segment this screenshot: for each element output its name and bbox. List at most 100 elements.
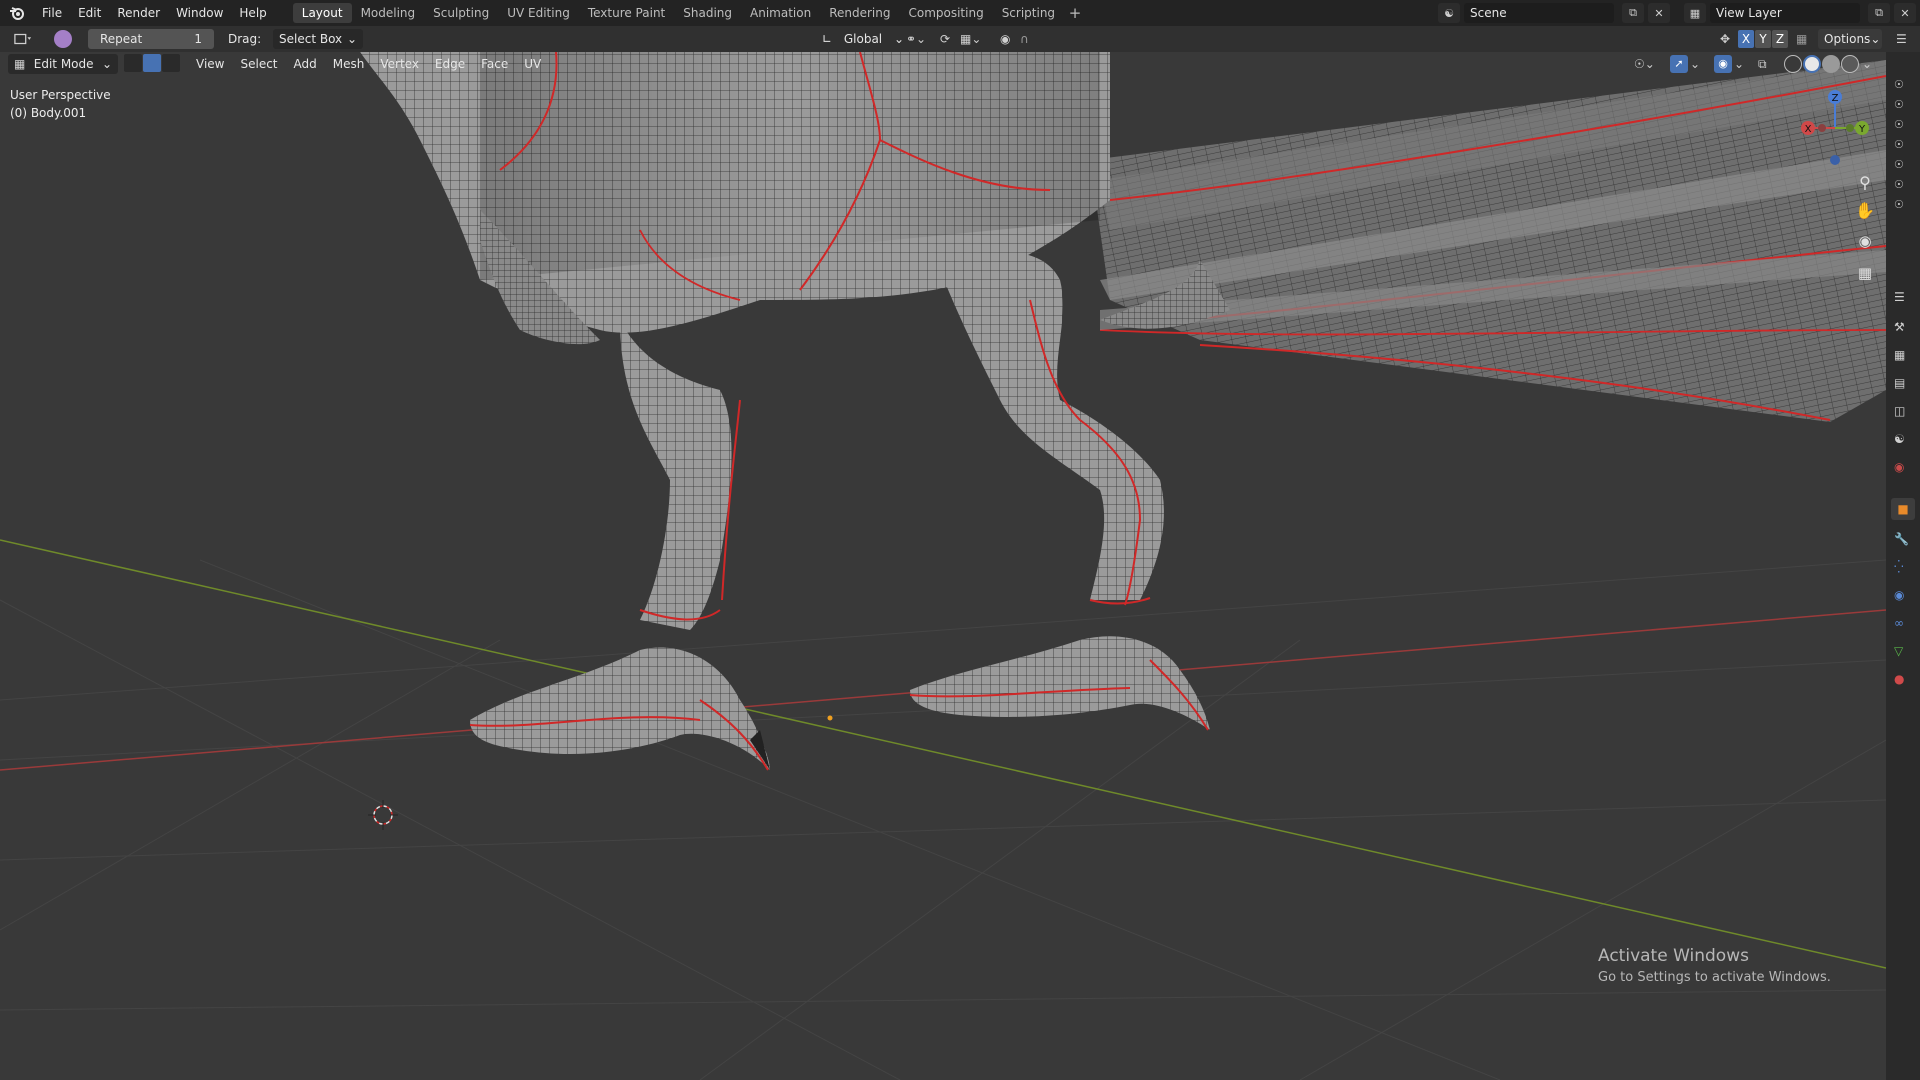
view-layer-properties-icon[interactable]: ◫ xyxy=(1894,402,1912,420)
new-view-layer-icon[interactable]: ⧉ xyxy=(1868,3,1890,23)
menu-vertex[interactable]: Vertex xyxy=(372,54,427,74)
add-workspace-button[interactable]: + xyxy=(1064,3,1086,23)
menu-uv[interactable]: UV xyxy=(516,54,549,74)
scene-properties-icon[interactable]: ☯ xyxy=(1894,430,1912,448)
menu-help[interactable]: Help xyxy=(231,0,274,26)
menu-edge[interactable]: Edge xyxy=(427,54,473,74)
watermark-title: Activate Windows xyxy=(1598,946,1749,966)
zoom-icon[interactable]: ⚲ xyxy=(1854,172,1876,194)
overlays-dropdown-icon[interactable]: ⌄ xyxy=(1734,55,1746,73)
shading-material-icon[interactable] xyxy=(1822,55,1840,73)
menu-face[interactable]: Face xyxy=(473,54,516,74)
gizmo-toggle-icon[interactable]: ➚ xyxy=(1670,55,1688,73)
tab-modeling[interactable]: Modeling xyxy=(352,3,425,23)
view-layer-icon[interactable]: ▦ xyxy=(1684,3,1706,23)
tab-rendering[interactable]: Rendering xyxy=(820,3,899,23)
render-properties-icon[interactable]: ▦ xyxy=(1894,346,1912,364)
snap-target-icon[interactable]: ▦⌄ xyxy=(960,29,990,49)
shading-rendered-icon[interactable] xyxy=(1841,55,1859,73)
mirror-y-button[interactable]: Y xyxy=(1755,30,1771,48)
menu-mesh[interactable]: Mesh xyxy=(325,54,373,74)
world-properties-icon[interactable]: ◉ xyxy=(1894,458,1912,476)
navigation-gizmo[interactable]: Z X Y xyxy=(1798,86,1872,176)
blender-logo-icon[interactable] xyxy=(0,0,34,26)
shading-solid-icon[interactable] xyxy=(1803,55,1821,73)
menu-select[interactable]: Select xyxy=(232,54,285,74)
data-properties-icon[interactable]: ▽ xyxy=(1894,642,1912,660)
menu-render[interactable]: Render xyxy=(109,0,168,26)
edge-select-icon[interactable] xyxy=(143,54,161,72)
visibility-icon[interactable]: ☉⌄ xyxy=(1634,55,1662,73)
object-toggle-icon[interactable]: ☉ xyxy=(1894,178,1912,192)
menu-view[interactable]: View xyxy=(188,54,232,74)
menu-file[interactable]: File xyxy=(34,0,70,26)
chevron-down-icon: ⌄ xyxy=(346,32,357,46)
active-tool-icon[interactable] xyxy=(54,30,72,48)
tab-sculpting[interactable]: Sculpting xyxy=(424,3,498,23)
light-toggle-icon[interactable]: ☉ xyxy=(1894,118,1912,132)
pan-hand-icon[interactable]: ✋ xyxy=(1854,200,1876,222)
menu-add[interactable]: Add xyxy=(286,54,325,74)
tab-compositing[interactable]: Compositing xyxy=(899,3,992,23)
mirror-x-button[interactable]: X xyxy=(1738,30,1754,48)
shading-dropdown-icon[interactable]: ⌄ xyxy=(1862,55,1874,73)
camera-toggle-icon[interactable]: ☉ xyxy=(1894,98,1912,112)
armature-toggle-icon[interactable]: ☉ xyxy=(1894,158,1912,172)
proportional-edit-icon[interactable]: ◉ xyxy=(1000,30,1018,48)
topology-mirror-icon[interactable]: ▦ xyxy=(1796,30,1814,48)
axis-x-label: X xyxy=(1741,32,1751,46)
scene-type-icon[interactable]: ☯ xyxy=(1438,3,1460,23)
mode-dropdown[interactable]: ▦ Edit Mode ⌄ xyxy=(8,54,118,74)
sidebar-toggle-icon[interactable]: ☰ xyxy=(1896,30,1914,48)
tool-properties-icon[interactable]: ⚒ xyxy=(1894,318,1912,336)
3d-viewport[interactable] xyxy=(0,52,1886,1080)
menu-window[interactable]: Window xyxy=(168,0,231,26)
proportional-falloff-icon[interactable]: ∩ xyxy=(1020,30,1038,48)
object-properties-icon[interactable]: ■ xyxy=(1891,498,1915,520)
editor-type-icon[interactable] xyxy=(8,29,38,49)
delete-view-layer-icon[interactable]: ✕ xyxy=(1894,3,1916,23)
tab-scripting[interactable]: Scripting xyxy=(993,3,1064,23)
tab-animation[interactable]: Animation xyxy=(741,3,820,23)
scene-name: Scene xyxy=(1470,6,1507,20)
viewport-scene[interactable] xyxy=(0,52,1886,1080)
modifier-properties-icon[interactable]: 🔧 xyxy=(1894,530,1912,548)
collection-toggle-icon[interactable]: ☉ xyxy=(1894,78,1912,92)
menu-edit[interactable]: Edit xyxy=(70,0,109,26)
mirror-options-icon[interactable]: ✥ xyxy=(1720,30,1738,48)
view-layer-field[interactable]: View Layer xyxy=(1710,3,1860,23)
constraint-properties-icon[interactable]: ∞ xyxy=(1894,614,1912,632)
options-dropdown[interactable]: Options ⌄ xyxy=(1818,29,1882,49)
material-properties-icon[interactable]: ● xyxy=(1894,670,1912,688)
physics-properties-icon[interactable]: ◉ xyxy=(1894,586,1912,604)
drag-dropdown[interactable]: Select Box ⌄ xyxy=(273,29,363,49)
gizmo-dropdown-icon[interactable]: ⌄ xyxy=(1690,55,1702,73)
face-select-icon[interactable] xyxy=(162,54,180,72)
tab-texture-paint[interactable]: Texture Paint xyxy=(579,3,674,23)
extra-toggle-icon[interactable]: ☉ xyxy=(1894,198,1912,212)
overlays-toggle-icon[interactable]: ◉ xyxy=(1714,55,1732,73)
repeat-field[interactable]: Repeat 1 xyxy=(88,29,214,49)
transform-orientation-dropdown[interactable]: ∟ Global ⌄ xyxy=(818,29,908,49)
watermark-subtitle: Go to Settings to activate Windows. xyxy=(1598,970,1831,985)
properties-header-icon[interactable]: ☰ xyxy=(1894,288,1912,306)
scene-selector-area: ☯ Scene ⧉ ✕ ▦ View Layer ⧉ ✕ xyxy=(1438,0,1920,26)
shading-wireframe-icon[interactable] xyxy=(1784,55,1802,73)
output-properties-icon[interactable]: ▤ xyxy=(1894,374,1912,392)
camera-view-icon[interactable]: ◉ xyxy=(1854,230,1876,252)
tab-layout[interactable]: Layout xyxy=(292,3,352,23)
xray-toggle-icon[interactable]: ⧉ xyxy=(1758,55,1776,73)
pivot-point-icon[interactable]: ⚭⌄ xyxy=(906,29,936,49)
scene-name-field[interactable]: Scene xyxy=(1464,3,1614,23)
ortho-toggle-icon[interactable]: ▦ xyxy=(1854,262,1876,284)
particle-properties-icon[interactable]: ⁛ xyxy=(1894,558,1912,576)
tab-uv-editing[interactable]: UV Editing xyxy=(498,3,579,23)
mesh-toggle-icon[interactable]: ☉ xyxy=(1894,138,1912,152)
mirror-z-button[interactable]: Z xyxy=(1772,30,1788,48)
tab-shading[interactable]: Shading xyxy=(674,3,741,23)
new-scene-icon[interactable]: ⧉ xyxy=(1622,3,1644,23)
wing-mesh xyxy=(1090,60,1886,422)
snap-toggle-icon[interactable]: ⟳ xyxy=(940,30,958,48)
vertex-select-icon[interactable] xyxy=(124,54,142,72)
delete-scene-icon[interactable]: ✕ xyxy=(1648,3,1670,23)
